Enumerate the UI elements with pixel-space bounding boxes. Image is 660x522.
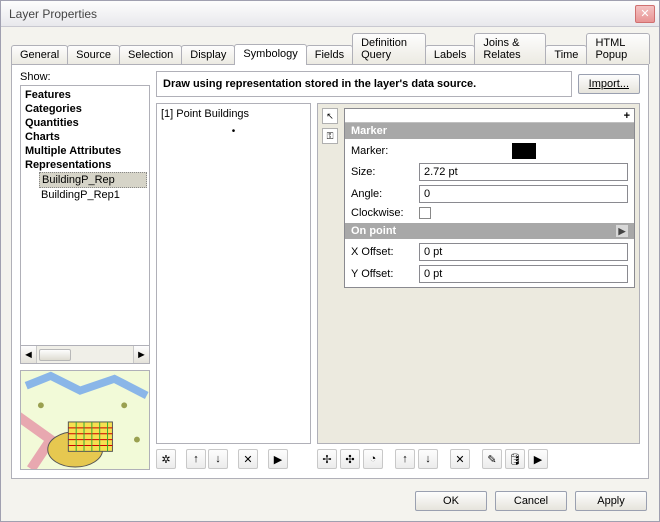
apply-button[interactable]: Apply xyxy=(575,491,647,511)
edit-icon[interactable]: ✎ xyxy=(482,449,502,469)
tab-display[interactable]: Display xyxy=(181,45,235,64)
angle-input[interactable] xyxy=(419,185,628,203)
tab-symbology[interactable]: Symbology xyxy=(234,44,306,65)
tree-rep-1[interactable]: BuildingP_Rep xyxy=(39,172,147,188)
xoffset-label: X Offset: xyxy=(351,246,415,258)
rule-item-1[interactable]: [1] Point Buildings xyxy=(161,108,306,120)
clockwise-checkbox[interactable] xyxy=(419,207,431,219)
rule-symbol-preview: • xyxy=(161,126,306,137)
cylinder-icon[interactable]: 🛢 xyxy=(505,449,525,469)
add-effect-icon[interactable]: ✣ xyxy=(340,449,360,469)
size-input[interactable] xyxy=(419,163,628,181)
add-symbol-layer-icon[interactable]: ✢ xyxy=(317,449,337,469)
layer-delete-icon[interactable]: ✕ xyxy=(450,449,470,469)
scroll-thumb[interactable] xyxy=(39,349,71,361)
draw-description: Draw using representation stored in the … xyxy=(156,71,572,97)
delete-icon[interactable]: ✕ xyxy=(238,449,258,469)
scroll-track[interactable] xyxy=(37,346,133,363)
move-up-icon[interactable]: ↑ xyxy=(186,449,206,469)
tree-charts[interactable]: Charts xyxy=(23,130,147,144)
xoffset-input[interactable] xyxy=(419,243,628,261)
play-icon[interactable]: ▶ xyxy=(528,449,548,469)
tree-representations[interactable]: Representations xyxy=(23,158,147,172)
tab-strip: General Source Selection Display Symbolo… xyxy=(1,27,659,64)
tab-definition-query[interactable]: Definition Query xyxy=(352,33,426,64)
tab-labels[interactable]: Labels xyxy=(425,45,475,64)
tab-html-popup[interactable]: HTML Popup xyxy=(586,33,650,64)
marker-header: Marker xyxy=(345,123,634,139)
yoffset-input[interactable] xyxy=(419,265,628,283)
cancel-button[interactable]: Cancel xyxy=(495,491,567,511)
layer-options-icon[interactable]: ✲ xyxy=(156,449,176,469)
tab-fields[interactable]: Fields xyxy=(306,45,353,64)
layer-up-icon[interactable]: ↑ xyxy=(395,449,415,469)
menu-icon[interactable]: ▶ xyxy=(268,449,288,469)
import-button[interactable]: Import... xyxy=(578,74,640,94)
tool-key-icon[interactable]: ⚿ xyxy=(322,128,338,144)
tree-h-scroll[interactable]: ◄ ► xyxy=(20,346,150,364)
angle-label: Angle: xyxy=(351,188,415,200)
layer-down-icon[interactable]: ↓ xyxy=(418,449,438,469)
tree-features[interactable]: Features xyxy=(23,88,147,102)
tree-multiple-attributes[interactable]: Multiple Attributes xyxy=(23,144,147,158)
window-title: Layer Properties xyxy=(9,7,97,21)
symbol-layers-toolbar: ✢ ✣ ◔ ↑ ↓ ✕ ✎ 🛢 ▶ xyxy=(317,448,640,470)
marker-swatch[interactable] xyxy=(512,143,536,159)
size-label: Size: xyxy=(351,166,415,178)
show-label: Show: xyxy=(20,71,150,83)
tab-general[interactable]: General xyxy=(11,45,68,64)
add-layer-icon[interactable]: + xyxy=(345,109,634,123)
onpoint-expand-icon[interactable]: ▶ xyxy=(616,225,628,237)
tree-rep-2[interactable]: BuildingP_Rep1 xyxy=(39,188,147,202)
close-button[interactable]: ✕ xyxy=(635,5,655,23)
onpoint-header: On point xyxy=(351,225,396,237)
scroll-right-icon[interactable]: ► xyxy=(133,346,149,363)
tab-source[interactable]: Source xyxy=(67,45,120,64)
rules-toolbar: ✲ ↑ ↓ ✕ ▶ xyxy=(156,448,311,470)
move-down-icon[interactable]: ↓ xyxy=(208,449,228,469)
scroll-left-icon[interactable]: ◄ xyxy=(21,346,37,363)
tree-quantities[interactable]: Quantities xyxy=(23,116,147,130)
tool-arrow-icon[interactable]: ↖ xyxy=(322,108,338,124)
symbology-tree[interactable]: Features Categories Quantities Charts Mu… xyxy=(20,85,150,346)
ok-button[interactable]: OK xyxy=(415,491,487,511)
tab-selection[interactable]: Selection xyxy=(119,45,182,64)
tab-time[interactable]: Time xyxy=(545,45,587,64)
clockwise-label: Clockwise: xyxy=(351,207,415,219)
marker-properties-panel: + Marker Marker: xyxy=(344,108,635,288)
tab-joins-relates[interactable]: Joins & Relates xyxy=(474,33,546,64)
yoffset-label: Y Offset: xyxy=(351,268,415,280)
units-icon[interactable]: ◔ xyxy=(363,449,383,469)
marker-label: Marker: xyxy=(351,145,415,157)
tree-categories[interactable]: Categories xyxy=(23,102,147,116)
representation-rules-list[interactable]: [1] Point Buildings • xyxy=(156,103,311,444)
symbology-preview xyxy=(20,370,150,470)
